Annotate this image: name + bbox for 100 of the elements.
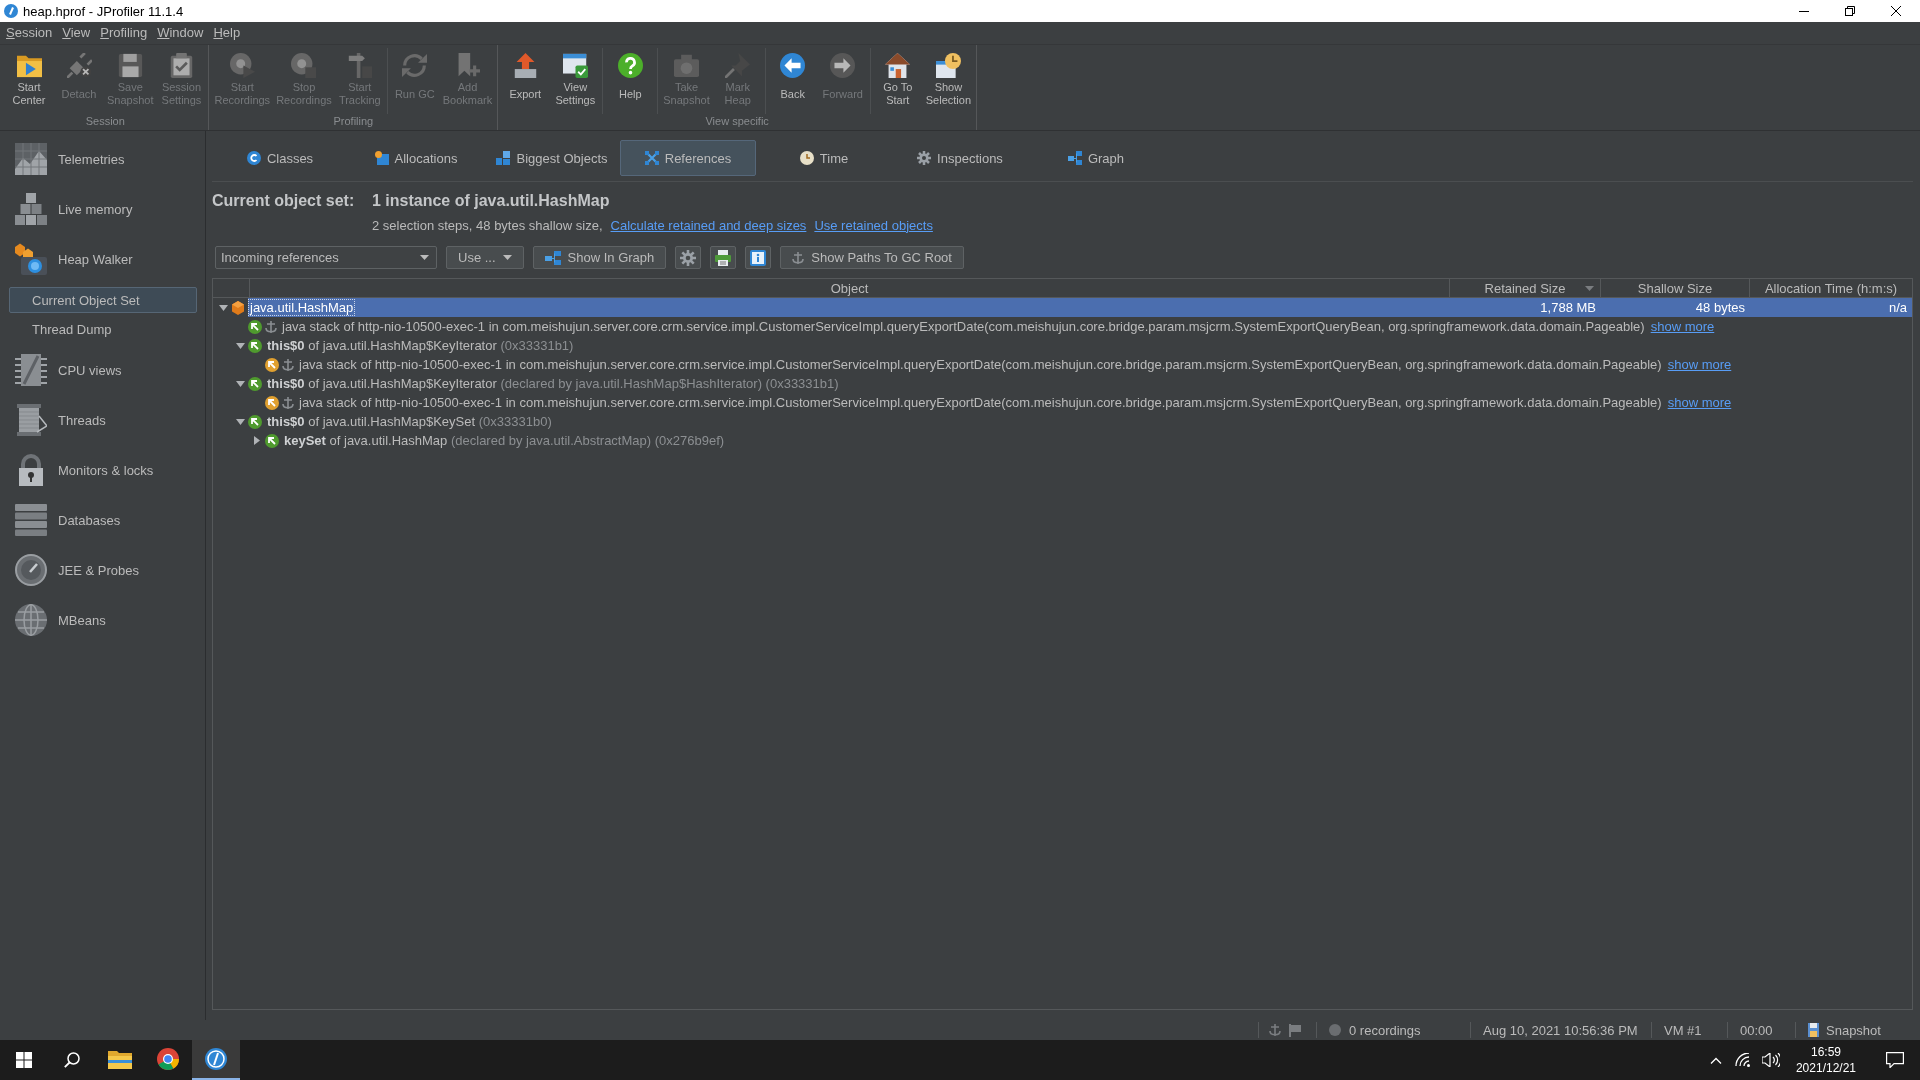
browser-icon	[157, 1048, 179, 1070]
show-more-link[interactable]: show more	[1667, 395, 1732, 410]
menu-item[interactable]: Help	[208, 24, 246, 42]
flag-icon	[1289, 1023, 1301, 1037]
column-header[interactable]: Allocation Time (h:m:s)	[1750, 279, 1912, 297]
sidebar-subitem[interactable]: Current Object Set	[9, 287, 197, 313]
column-header[interactable]: Retained Size	[1450, 279, 1601, 297]
toolbar-button[interactable]: Export	[500, 48, 551, 114]
sidebar-item[interactable]: Live memory	[0, 184, 205, 234]
sidebar-item[interactable]: Databases	[0, 495, 205, 545]
tree-node-label: java.util.HashMap	[248, 299, 356, 316]
tree-row[interactable]: keySet of java.util.HashMap (declared by java.util.AbstractMap) (0x276b9ef)	[282, 431, 1912, 450]
disclosure-triangle-icon[interactable]	[235, 380, 245, 387]
show-more-link[interactable]: show more	[1667, 357, 1732, 372]
sidebar-item[interactable]: Heap Walker	[0, 234, 205, 284]
show-more-link[interactable]: show more	[1650, 319, 1715, 334]
object-set-title: Current object set:	[212, 191, 356, 211]
clock-time: 16:59	[1810, 1044, 1841, 1060]
action-link[interactable]: Use retained objects	[814, 217, 933, 233]
area-chart-icon	[15, 143, 47, 175]
disclosure-triangle-icon[interactable]	[254, 436, 260, 445]
clipboard-check-icon	[169, 53, 194, 78]
anchor-icon	[1269, 1023, 1281, 1037]
circular-arrows-icon	[402, 53, 428, 78]
graph-icon	[544, 250, 561, 265]
toolbar-button[interactable]: Show Selection	[922, 48, 974, 114]
tree-row[interactable]: this$0 of java.util.HashMap$KeySet (0x33331b0)	[265, 412, 1912, 431]
allocation-time-cell-text: n/a	[1887, 300, 1908, 315]
print-button[interactable]	[710, 246, 737, 269]
notification-icon[interactable]	[1886, 1052, 1904, 1068]
sidebar-item[interactable]: MBeans	[0, 595, 205, 645]
clock-date: 2021/12/21	[1795, 1060, 1856, 1076]
column-header[interactable]: Shallow Size	[1601, 279, 1750, 297]
view-tab[interactable]: Biggest Objects	[484, 140, 620, 176]
disclosure-triangle-icon[interactable]	[235, 342, 245, 349]
toolbar-button[interactable]: Back	[767, 48, 818, 114]
blocks-icon	[496, 151, 511, 165]
start-icon	[16, 1052, 32, 1068]
show-in-graph-button[interactable]: Show In Graph	[532, 246, 667, 269]
view-tab[interactable]: Time	[756, 140, 892, 176]
caret-icon	[502, 255, 512, 260]
speaker-icon	[1761, 1053, 1780, 1067]
toolbar-button[interactable]: Help	[605, 48, 656, 114]
info-button[interactable]	[745, 246, 772, 269]
toolbar-group-label: View specific	[704, 114, 770, 129]
show-paths-button[interactable]: Show Paths To GC Root	[780, 246, 964, 269]
sidebar-item[interactable]: Monitors & locks	[0, 445, 205, 495]
menu-item[interactable]: Profiling	[95, 24, 153, 42]
disclosure-triangle-icon[interactable]	[235, 418, 245, 425]
tree-node-label: java stack of http-nio-10500-exec-1 in com.meishujun.server.core.crm.service.impl.CustomerServiceImpl.queryExportDate(com.meishujun.core.bridge.param.msjcrm.SystemExportQueryBean, org.springframework.data.domain.Pageable)	[297, 394, 1663, 411]
settings-button[interactable]	[675, 246, 702, 269]
tree-node-label: java stack of http-nio-10500-exec-1 in com.meishujun.server.core.crm.service.impl.CustomerServiceImpl.queryExportDate(com.meishujun.core.bridge.param.msjcrm.SystemExportQueryBean, org.springframework.data.domain.Pageable)	[280, 318, 1646, 335]
tree-node-label: java stack of http-nio-10500-exec-1 in com.meishujun.server.core.crm.service.impl.CustomerServiceImpl.queryExportDate(com.meishujun.core.bridge.param.msjcrm.SystemExportQueryBean, org.springframework.data.domain.Pageable)	[297, 356, 1663, 373]
allocation-icon	[374, 151, 389, 165]
app-icon	[205, 1048, 227, 1070]
view-tab[interactable]: References	[620, 140, 756, 176]
toolbar-button[interactable]: Start Center	[4, 48, 54, 114]
toolbar-button[interactable]: View Settings	[550, 48, 601, 114]
info-icon	[750, 249, 767, 266]
restore-icon	[1845, 6, 1855, 16]
view-tab[interactable]: Graph	[1028, 140, 1164, 176]
menu-item[interactable]: Window	[152, 24, 209, 42]
sort-arrow-icon	[1585, 285, 1594, 291]
folder-play-icon	[16, 53, 42, 78]
chevron-up-icon	[1709, 1056, 1722, 1064]
menu-item[interactable]: View	[57, 24, 96, 42]
menu-item[interactable]: Session	[1, 24, 58, 42]
tree-node-label: this$0 of java.util.HashMap$KeyIterator (declared by java.util.HashMap$HashIterator) (0x33331b1)	[266, 375, 840, 392]
help-icon	[617, 53, 643, 78]
sidebar-item[interactable]: JEE & Probes	[0, 545, 205, 595]
anchor-icon	[282, 357, 294, 372]
folder-icon	[108, 1049, 132, 1069]
column-header[interactable]: Object	[250, 279, 1450, 297]
clock-icon	[799, 151, 814, 165]
anchor-icon	[265, 319, 277, 334]
tree-row[interactable]: java.util.HashMap 1,788 MB 48 bytes n/a	[248, 298, 1912, 317]
anchor-icon	[282, 395, 294, 410]
view-dropdown[interactable]: Incoming references	[215, 246, 437, 269]
action-link[interactable]: Calculate retained and deep sizes	[610, 217, 807, 233]
tree-node-label: keySet of java.util.HashMap (declared by java.util.AbstractMap) (0x276b9ef)	[283, 432, 726, 449]
app-icon	[4, 4, 18, 18]
object-set-value: 1 instance of java.util.HashMap	[372, 191, 611, 211]
taskbar-app[interactable]	[192, 1040, 240, 1080]
disclosure-triangle-icon[interactable]	[218, 304, 228, 311]
toolbar-button[interactable]: Go To Start	[872, 48, 923, 114]
sidebar-subitem[interactable]: Thread Dump	[9, 316, 197, 342]
tree-row[interactable]: this$0 of java.util.HashMap$KeyIterator (declared by java.util.HashMap$HashIterator) (0x33331b1)	[265, 374, 1912, 393]
view-tab[interactable]: Inspections	[892, 140, 1028, 176]
gauge-icon	[15, 554, 47, 586]
sidebar-item[interactable]: Threads	[0, 395, 205, 445]
session-mode: Snapshot	[1826, 1022, 1881, 1038]
sidebar-item[interactable]: CPU views	[0, 345, 205, 395]
tree-row[interactable]: this$0 of java.util.HashMap$KeyIterator (0x33331b1)	[265, 336, 1912, 355]
retained-size-cell-text: 1,788 MB	[1539, 300, 1597, 315]
view-tab[interactable]: Allocations	[348, 140, 484, 176]
use-button[interactable]: Use ...	[446, 246, 524, 269]
sidebar-item[interactable]: Telemetries	[0, 134, 205, 184]
graph-icon	[1067, 151, 1082, 165]
view-tab[interactable]: Classes	[212, 140, 348, 176]
recording-icon	[229, 53, 255, 78]
